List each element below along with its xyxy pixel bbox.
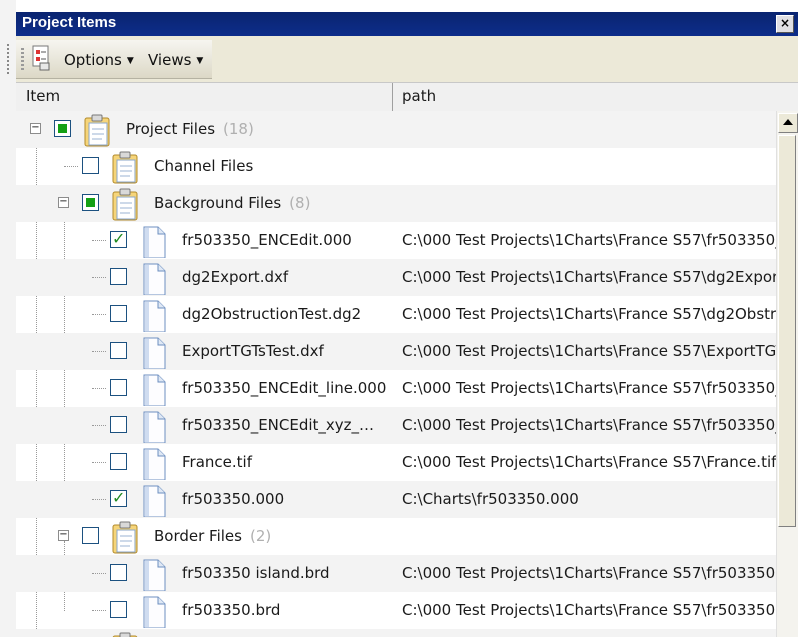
document-file-icon	[143, 411, 166, 443]
file-name: ExportTGTsTest.dxf	[182, 342, 324, 360]
file-checkbox[interactable]: ✓	[110, 229, 127, 248]
file-name: fr503350.brd	[182, 601, 281, 619]
file-row[interactable]: fr503350_ENCEdit_line.000 C:\000 Test Pr…	[16, 370, 776, 407]
file-path: C:\000 Test Projects\1Charts\France S57\…	[402, 305, 776, 323]
chevron-down-icon: ▼	[196, 56, 204, 66]
file-path: C:\000 Test Projects\1Charts\France S57\…	[402, 268, 776, 286]
tree-node-project-files[interactable]: − Project Files (18)	[16, 111, 776, 148]
file-checkbox[interactable]	[110, 305, 127, 322]
column-resize-handle[interactable]	[392, 83, 393, 111]
file-checkbox[interactable]	[110, 342, 127, 359]
file-path: C:\000 Test Projects\1Charts\France S57\…	[402, 379, 776, 397]
file-row[interactable]: fr503350_ENCEdit_xyz_… C:\000 Test Proje…	[16, 407, 776, 444]
file-name: fr503350_ENCEdit_line.000	[182, 379, 387, 397]
file-name: fr503350 island.brd	[182, 564, 330, 582]
node-label: Background Files (8)	[154, 194, 311, 212]
file-path: C:\000 Test Projects\1Charts\France S57\…	[402, 453, 776, 471]
toolbar-strip: Options ▼ Views ▼	[16, 40, 212, 79]
scrollbar-thumb[interactable]	[778, 135, 796, 527]
document-file-icon	[143, 226, 166, 258]
clipboard-folder-icon	[112, 188, 138, 221]
file-row[interactable]: ✓ fr503350.000 C:\Charts\fr503350.000	[16, 481, 776, 518]
toolbar-grip[interactable]	[21, 48, 24, 70]
panel-title: Project Items	[22, 14, 117, 31]
file-checkbox[interactable]	[110, 564, 127, 581]
file-checkbox[interactable]	[110, 379, 127, 396]
left-splitter	[0, 0, 16, 637]
node-label: Project Files (18)	[126, 120, 254, 138]
file-checkbox[interactable]	[110, 453, 127, 470]
document-file-icon	[143, 559, 166, 591]
file-row[interactable]: ✓ fr503350_ENCEdit.000 C:\000 Test Proje…	[16, 222, 776, 259]
views-label: Views	[148, 51, 192, 69]
file-row[interactable]: dg2ObstructionTest.dg2 C:\000 Test Proje…	[16, 296, 776, 333]
file-name: fr503350_ENCEdit.000	[182, 231, 352, 249]
tree-node-partial[interactable]	[16, 629, 776, 637]
scroll-up-icon[interactable]	[778, 113, 798, 133]
document-file-icon	[143, 337, 166, 369]
file-path: C:\000 Test Projects\1Charts\France S57\…	[402, 601, 776, 619]
options-menu-button[interactable]: Options ▼	[64, 51, 134, 69]
clipboard-folder-icon	[112, 632, 138, 637]
file-checkbox[interactable]: ✓	[110, 488, 127, 507]
panel-titlebar: Project Items ×	[16, 12, 798, 36]
file-row[interactable]: ExportTGTsTest.dxf C:\000 Test Projects\…	[16, 333, 776, 370]
clipboard-folder-icon	[112, 151, 138, 184]
file-name: dg2ObstructionTest.dg2	[182, 305, 362, 323]
checkbox-background-files[interactable]	[82, 194, 99, 211]
chevron-down-icon: ▼	[126, 56, 134, 66]
checkbox-channel-files[interactable]	[82, 157, 99, 174]
file-path: C:\000 Test Projects\1Charts\France S57\…	[402, 564, 776, 582]
file-name: fr503350_ENCEdit_xyz_…	[182, 416, 375, 434]
vertical-scrollbar[interactable]	[776, 111, 798, 637]
file-path: C:\Charts\fr503350.000	[402, 490, 579, 508]
file-row[interactable]: fr503350 island.brd C:\000 Test Projects…	[16, 555, 776, 592]
options-label: Options	[64, 51, 122, 69]
collapse-icon[interactable]: −	[58, 530, 69, 541]
file-path: C:\000 Test Projects\1Charts\France S57\…	[402, 416, 776, 434]
file-path: C:\000 Test Projects\1Charts\France S57\…	[402, 342, 776, 360]
tree-node-channel-files[interactable]: Channel Files	[16, 148, 776, 185]
file-checkbox[interactable]	[110, 601, 127, 618]
clipboard-folder-icon	[112, 521, 138, 554]
close-icon[interactable]: ×	[776, 15, 794, 33]
clipboard-folder-icon	[84, 114, 110, 147]
collapse-icon[interactable]: −	[58, 197, 69, 208]
options-icon[interactable]	[31, 45, 53, 71]
document-file-icon	[143, 300, 166, 332]
toolbar: Options ▼ Views ▼	[16, 36, 798, 82]
checkbox-project-files[interactable]	[54, 120, 71, 137]
column-header-item[interactable]: Item	[26, 87, 60, 105]
file-row[interactable]: fr503350.brd C:\000 Test Projects\1Chart…	[16, 592, 776, 629]
column-headers: Item path	[16, 82, 798, 112]
project-tree: − Project Files (18) Channel Files − Back…	[16, 111, 776, 637]
file-name: France.tif	[182, 453, 252, 471]
document-file-icon	[143, 263, 166, 295]
file-row[interactable]: France.tif C:\000 Test Projects\1Charts\…	[16, 444, 776, 481]
file-name: dg2Export.dxf	[182, 268, 289, 286]
collapse-icon[interactable]: −	[30, 123, 41, 134]
checkbox-border-files[interactable]	[82, 527, 99, 544]
file-row[interactable]: dg2Export.dxf C:\000 Test Projects\1Char…	[16, 259, 776, 296]
file-path: C:\000 Test Projects\1Charts\France S57\…	[402, 231, 776, 249]
file-checkbox[interactable]	[110, 416, 127, 433]
node-label: Channel Files	[154, 157, 254, 175]
document-file-icon	[143, 448, 166, 480]
document-file-icon	[143, 374, 166, 406]
file-name: fr503350.000	[182, 490, 285, 508]
file-checkbox[interactable]	[110, 268, 127, 285]
views-menu-button[interactable]: Views ▼	[148, 51, 203, 69]
document-file-icon	[143, 485, 166, 517]
document-file-icon	[143, 596, 166, 628]
column-header-path[interactable]: path	[402, 87, 436, 105]
node-label: Border Files (2)	[154, 527, 272, 545]
tree-node-border-files[interactable]: − Border Files (2)	[16, 518, 776, 555]
tree-node-background-files[interactable]: − Background Files (8)	[16, 185, 776, 222]
